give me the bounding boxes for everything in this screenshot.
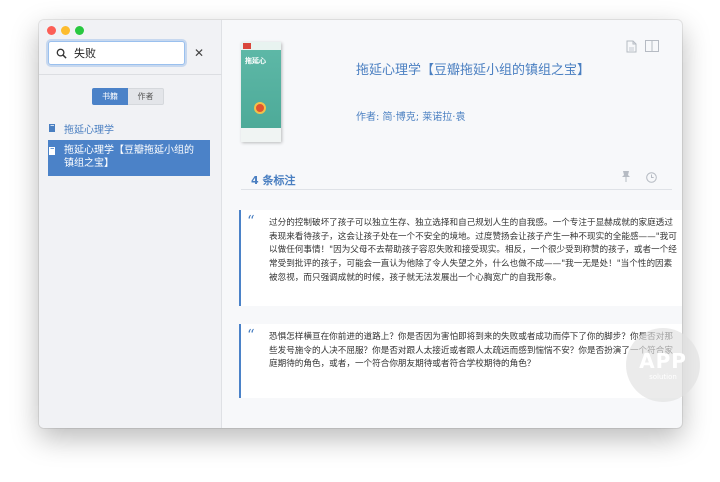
search-scope-segmented-control: 书籍 作者 <box>92 88 164 105</box>
book-author: 作者: 简·博克; 莱诺拉·袁 <box>356 112 466 123</box>
window-controls <box>47 26 84 35</box>
highlight-text: 过分的控制破坏了孩子可以独立生存、独立选择和自己规划人生的自我感。一个专注于显赫… <box>269 218 677 283</box>
quote-icon: “ <box>247 326 255 344</box>
book-icon <box>49 147 55 155</box>
clear-search-button[interactable]: ✕ <box>194 47 204 59</box>
divider <box>241 189 672 190</box>
list-item-title: 拖延心理学【豆瓣拖延小组的镇组之宝】 <box>64 145 194 169</box>
highlight-text: 恐惧怎样横亘在你前进的道路上？你是否因为害怕即将到来的失败或者成功而停下了你的脚… <box>269 332 673 370</box>
search-value: 失败 <box>74 47 96 60</box>
highlight-count: 4 条标注 <box>251 174 296 187</box>
cover-seal-icon <box>254 102 266 114</box>
search-icon <box>56 48 67 59</box>
quote-icon: “ <box>247 212 255 230</box>
detail-pane: 拖延心 拖延心理学【豆瓣拖延小组的镇组之宝】 作者: 简·博克; 莱诺拉·袁 4… <box>222 20 682 428</box>
cover-title: 拖延心 <box>245 57 266 65</box>
pin-icon[interactable] <box>621 170 631 183</box>
split-view-icon[interactable] <box>645 40 659 53</box>
tab-authors[interactable]: 作者 <box>128 88 164 105</box>
book-cover[interactable]: 拖延心 <box>241 42 281 142</box>
list-item-selected[interactable]: 拖延心理学【豆瓣拖延小组的镇组之宝】 <box>48 144 200 170</box>
tab-books[interactable]: 书籍 <box>92 88 128 105</box>
highlight-card[interactable]: “ 恐惧怎样横亘在你前进的道路上？你是否因为害怕即将到来的失败或者成功而停下了你… <box>239 324 682 398</box>
book-icon <box>49 124 55 132</box>
search-input[interactable]: 失败 <box>48 41 185 65</box>
zoom-window-button[interactable] <box>75 26 84 35</box>
highlight-card[interactable]: “ 过分的控制破坏了孩子可以独立生存、独立选择和自己规划人生的自我感。一个专注于… <box>239 210 682 306</box>
minimize-window-button[interactable] <box>61 26 70 35</box>
close-window-button[interactable] <box>47 26 56 35</box>
divider <box>39 74 222 75</box>
list-item-title: 拖延心理学 <box>64 125 114 136</box>
list-item[interactable]: 拖延心理学 <box>48 121 114 136</box>
app-window: 失败 ✕ 书籍 作者 拖延心理学 拖延心理学【豆瓣拖延小组的镇组之宝】 拖延心 … <box>39 20 682 428</box>
clock-icon[interactable] <box>646 172 657 183</box>
sidebar: 失败 ✕ 书籍 作者 拖延心理学 拖延心理学【豆瓣拖延小组的镇组之宝】 <box>39 20 222 428</box>
watermark-logo: APP solution <box>626 328 700 402</box>
book-title: 拖延心理学【豆瓣拖延小组的镇组之宝】 <box>356 63 591 78</box>
export-file-icon[interactable] <box>626 40 637 53</box>
